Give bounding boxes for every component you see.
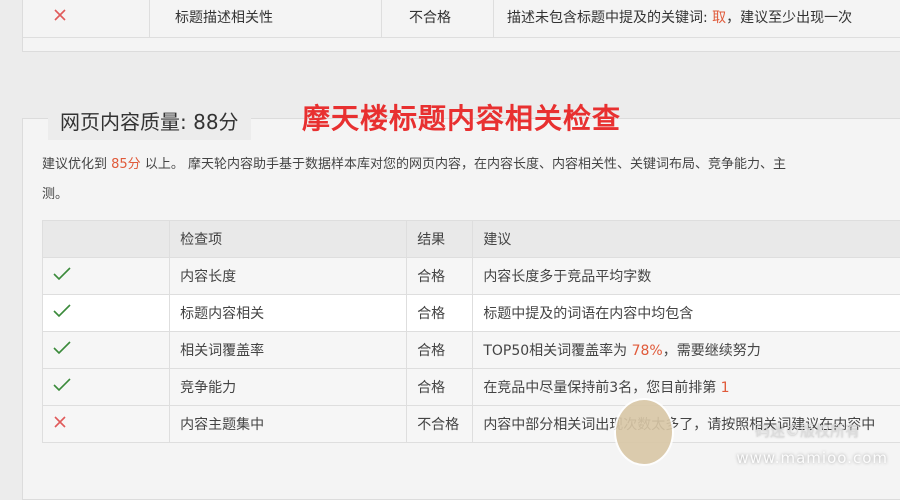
pass-icon: [43, 258, 170, 295]
check-advice: 内容长度多于竞品平均字数: [473, 258, 900, 295]
section-label: 网页内容质量:: [60, 110, 187, 134]
check-result: 合格: [407, 369, 473, 406]
header-status: [43, 221, 170, 258]
header-advice: 建议: [473, 221, 900, 258]
fail-icon: [43, 406, 170, 443]
header-result: 结果: [407, 221, 473, 258]
section-description: 建议优化到 85分 以上。 摩天轮内容助手基于数据样本库对您的网页内容，在内容长…: [42, 150, 786, 180]
watermark: www.mamioo.com: [736, 449, 888, 467]
check-item: 内容长度: [170, 258, 407, 295]
pass-icon: [43, 369, 170, 406]
check-advice: TOP50相关词覆盖率为 78%，需要继续努力: [473, 332, 900, 369]
check-advice: 在竞品中尽量保持前3名，您目前排第 1: [473, 369, 900, 406]
watermark-cn: 码迷©版权所有: [755, 420, 860, 441]
pass-icon: [43, 332, 170, 369]
check-advice: 标题中提及的词语在内容中均包含: [473, 295, 900, 332]
check-result: 合格: [407, 295, 473, 332]
fail-icon: [53, 0, 67, 37]
table-row: 标题描述相关性 不合格 描述未包含标题中提及的关键词: 取，建议至少出现一次: [23, 0, 900, 38]
section-legend: 网页内容质量: 88分: [48, 104, 251, 140]
check-item: 竞争能力: [170, 369, 407, 406]
table-row: 竞争能力 合格 在竞品中尽量保持前3名，您目前排第 1: [43, 369, 900, 406]
table-row: 相关词覆盖率 合格 TOP50相关词覆盖率为 78%，需要继续努力: [43, 332, 900, 369]
table-row: 标题内容相关 合格 标题中提及的词语在内容中均包含: [43, 295, 900, 332]
pass-icon: [43, 295, 170, 332]
check-result: 合格: [407, 258, 473, 295]
check-result: 不合格: [409, 0, 451, 37]
check-result: 不合格: [407, 406, 473, 443]
previous-check-panel: 标题描述相关性 不合格 描述未包含标题中提及的关键词: 取，建议至少出现一次: [22, 0, 900, 52]
section-score: 88分: [193, 110, 238, 134]
checks-table: 检查项 结果 建议 内容长度 合格 内容长度多于竞品平均字数 标题内容相关 合格…: [42, 220, 900, 443]
table-header-row: 检查项 结果 建议: [43, 221, 900, 258]
header-item: 检查项: [170, 221, 407, 258]
check-result: 合格: [407, 332, 473, 369]
check-advice: 描述未包含标题中提及的关键词: 取，建议至少出现一次: [507, 0, 852, 37]
check-item: 相关词覆盖率: [170, 332, 407, 369]
check-item: 内容主题集中: [170, 406, 407, 443]
avatar: [614, 398, 674, 466]
overlay-title: 摩天楼标题内容相关检查: [302, 99, 621, 139]
table-row: 内容长度 合格 内容长度多于竞品平均字数: [43, 258, 900, 295]
check-item: 标题描述相关性: [175, 0, 273, 37]
section-description-line2: 测。: [42, 180, 68, 210]
check-item: 标题内容相关: [170, 295, 407, 332]
